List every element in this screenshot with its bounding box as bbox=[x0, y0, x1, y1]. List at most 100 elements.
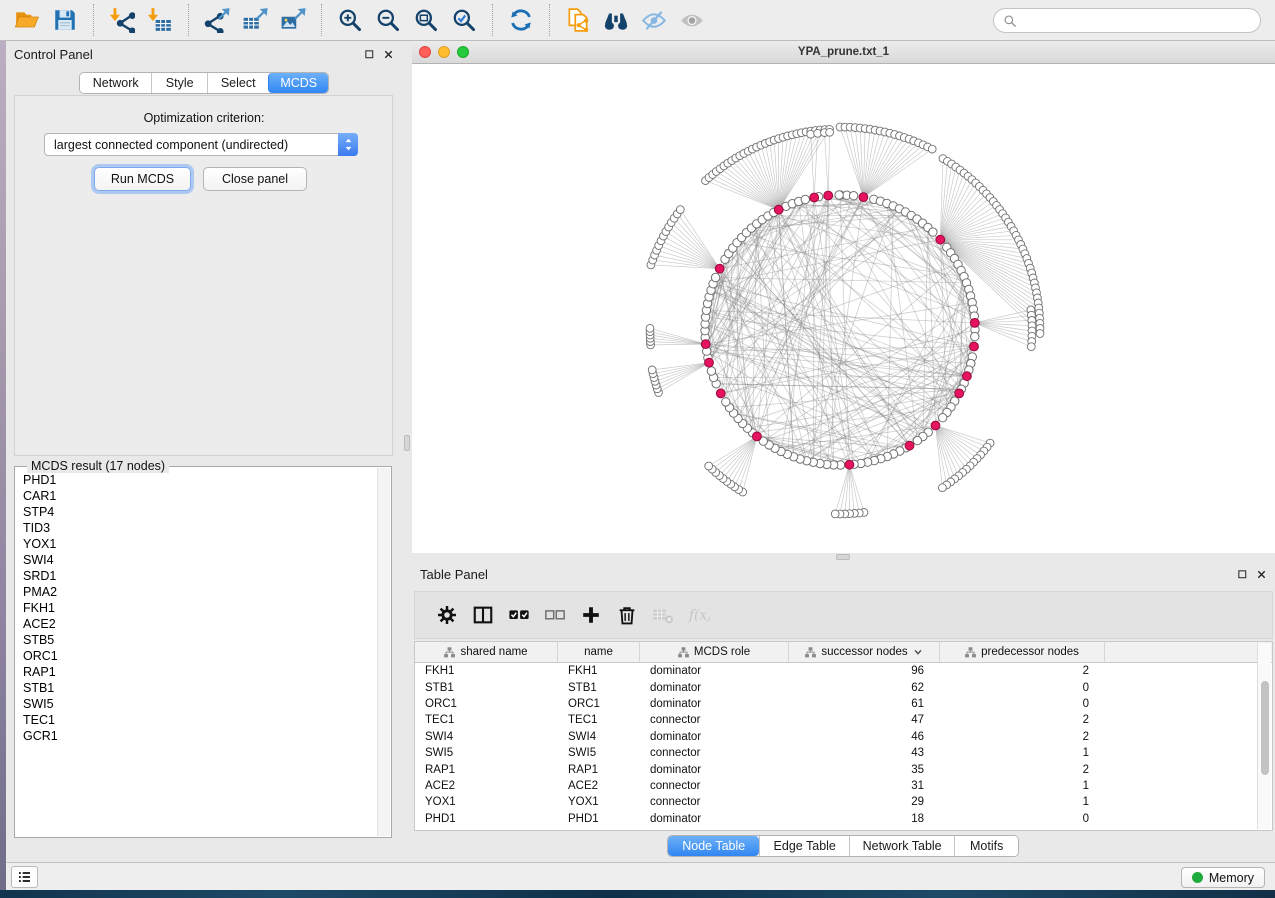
table-row[interactable]: SWI5SWI5connector431 bbox=[415, 745, 1272, 761]
zoom-fit-button[interactable] bbox=[407, 2, 445, 38]
mcds-result-item[interactable]: STP4 bbox=[23, 504, 377, 520]
search-input[interactable] bbox=[1023, 13, 1243, 28]
network-graph[interactable] bbox=[412, 64, 1275, 553]
node-table: shared namenameMCDS rolesuccessor nodesp… bbox=[414, 641, 1273, 831]
mcds-result-item[interactable]: FKH1 bbox=[23, 600, 377, 616]
close-panel-icon[interactable] bbox=[1256, 569, 1267, 580]
table-row[interactable]: RAP1RAP1dominator352 bbox=[415, 761, 1272, 777]
memory-button[interactable]: Memory bbox=[1181, 867, 1265, 888]
export-network-button[interactable] bbox=[198, 2, 236, 38]
export-image-button[interactable] bbox=[274, 2, 312, 38]
zoom-selected-button[interactable] bbox=[445, 2, 483, 38]
mcds-result-item[interactable]: RAP1 bbox=[23, 664, 377, 680]
export-network-icon bbox=[204, 7, 230, 33]
refresh-button[interactable] bbox=[502, 2, 540, 38]
import-network-button[interactable] bbox=[103, 2, 141, 38]
table-row[interactable]: SWI4SWI4dominator462 bbox=[415, 729, 1272, 745]
table-scrollbar-thumb[interactable] bbox=[1261, 681, 1269, 775]
column-settings-button[interactable] bbox=[429, 597, 465, 633]
tab-motifs[interactable]: Motifs bbox=[954, 836, 1018, 856]
add-column-button[interactable] bbox=[573, 597, 609, 633]
column-header-name[interactable]: name bbox=[558, 642, 640, 662]
hide-selected-button[interactable] bbox=[635, 2, 673, 38]
criterion-dropdown[interactable]: largest connected component (undirected) bbox=[44, 133, 358, 156]
tab-style[interactable]: Style bbox=[151, 73, 207, 93]
splitter-grip[interactable] bbox=[404, 435, 410, 451]
split-table-button[interactable] bbox=[465, 597, 501, 633]
column-header-MCDS-role[interactable]: MCDS role bbox=[640, 642, 789, 662]
mcds-result-item[interactable]: SWI4 bbox=[23, 552, 377, 568]
import-table-button[interactable] bbox=[141, 2, 179, 38]
control-panel-title: Control Panel bbox=[14, 47, 93, 62]
select-all-button[interactable] bbox=[501, 597, 537, 633]
column-header-successor-nodes[interactable]: successor nodes bbox=[789, 642, 940, 662]
table-row[interactable]: STB1STB1dominator620 bbox=[415, 679, 1272, 695]
float-window-icon[interactable] bbox=[364, 49, 375, 60]
tab-node-table[interactable]: Node Table bbox=[668, 836, 759, 856]
table-row[interactable]: TEC1TEC1connector472 bbox=[415, 712, 1272, 728]
table-scrollbar[interactable] bbox=[1257, 643, 1271, 829]
mcds-result-item[interactable]: CAR1 bbox=[23, 488, 377, 504]
horizontal-splitter[interactable] bbox=[412, 553, 1275, 561]
column-header-predecessor-nodes[interactable]: predecessor nodes bbox=[940, 642, 1105, 662]
column-header-shared-name[interactable]: shared name bbox=[415, 642, 558, 662]
table-cell: connector bbox=[640, 712, 789, 728]
mcds-result-scrollbar[interactable] bbox=[377, 468, 390, 836]
mcds-result-item[interactable]: YOX1 bbox=[23, 536, 377, 552]
table-panel-tabs: Node TableEdge TableNetwork TableMotifs bbox=[667, 835, 1019, 857]
mcds-result-item[interactable]: STB1 bbox=[23, 680, 377, 696]
zoom-out-button[interactable] bbox=[369, 2, 407, 38]
network-canvas[interactable] bbox=[412, 64, 1275, 553]
mcds-result-item[interactable]: TEC1 bbox=[23, 712, 377, 728]
table-cell: SWI4 bbox=[415, 729, 558, 745]
tab-network[interactable]: Network bbox=[80, 73, 151, 93]
open-file-button[interactable] bbox=[8, 2, 46, 38]
tab-edge-table[interactable]: Edge Table bbox=[759, 836, 848, 856]
find-network-button[interactable] bbox=[597, 2, 635, 38]
table-row[interactable]: YOX1YOX1connector291 bbox=[415, 794, 1272, 810]
table-row[interactable]: FKH1FKH1dominator962 bbox=[415, 663, 1272, 679]
table-cell: YOX1 bbox=[558, 794, 640, 810]
table-cell: 29 bbox=[789, 794, 940, 810]
mcds-result-item[interactable]: PHD1 bbox=[23, 472, 377, 488]
table-cell: 1 bbox=[940, 778, 1105, 794]
table-row[interactable]: ACE2ACE2connector311 bbox=[415, 778, 1272, 794]
table-cell: dominator bbox=[640, 729, 789, 745]
mcds-result-item[interactable]: TID3 bbox=[23, 520, 377, 536]
task-history-button[interactable] bbox=[11, 866, 38, 888]
mcds-result-item[interactable]: ACE2 bbox=[23, 616, 377, 632]
mcds-result-item[interactable]: STB5 bbox=[23, 632, 377, 648]
table-cell: 62 bbox=[789, 679, 940, 695]
close-panel-button[interactable]: Close panel bbox=[203, 167, 307, 191]
table-cell: 0 bbox=[940, 811, 1105, 827]
vertical-splitter[interactable] bbox=[402, 41, 412, 862]
network-window-titlebar[interactable]: YPA_prune.txt_1 bbox=[412, 41, 1275, 64]
deselect-all-button[interactable] bbox=[537, 597, 573, 633]
tab-select[interactable]: Select bbox=[207, 73, 269, 93]
table-cell: 2 bbox=[940, 729, 1105, 745]
mcds-result-item[interactable]: SRD1 bbox=[23, 568, 377, 584]
copy-network-button[interactable] bbox=[559, 2, 597, 38]
mcds-result-item[interactable]: GCR1 bbox=[23, 728, 377, 744]
splitter-grip[interactable] bbox=[836, 554, 850, 560]
float-window-icon[interactable] bbox=[1237, 569, 1248, 580]
table-row[interactable]: ORC1ORC1dominator610 bbox=[415, 696, 1272, 712]
sort-desc-icon bbox=[913, 647, 923, 657]
toolbar-separator bbox=[93, 4, 94, 36]
copy-network-icon bbox=[565, 7, 591, 33]
mcds-result-item[interactable]: ORC1 bbox=[23, 648, 377, 664]
delete-column-button[interactable] bbox=[609, 597, 645, 633]
save-icon bbox=[52, 7, 78, 33]
save-session-button[interactable] bbox=[46, 2, 84, 38]
mcds-result-item[interactable]: PMA2 bbox=[23, 584, 377, 600]
search-box[interactable] bbox=[993, 8, 1261, 33]
run-mcds-button[interactable]: Run MCDS bbox=[94, 167, 191, 191]
table-row[interactable]: PHD1PHD1dominator180 bbox=[415, 811, 1272, 827]
table-cell: 2 bbox=[940, 663, 1105, 679]
export-table-button[interactable] bbox=[236, 2, 274, 38]
close-panel-icon[interactable] bbox=[383, 49, 394, 60]
tab-mcds[interactable]: MCDS bbox=[268, 73, 328, 93]
tab-network-table[interactable]: Network Table bbox=[849, 836, 954, 856]
zoom-in-button[interactable] bbox=[331, 2, 369, 38]
mcds-result-item[interactable]: SWI5 bbox=[23, 696, 377, 712]
